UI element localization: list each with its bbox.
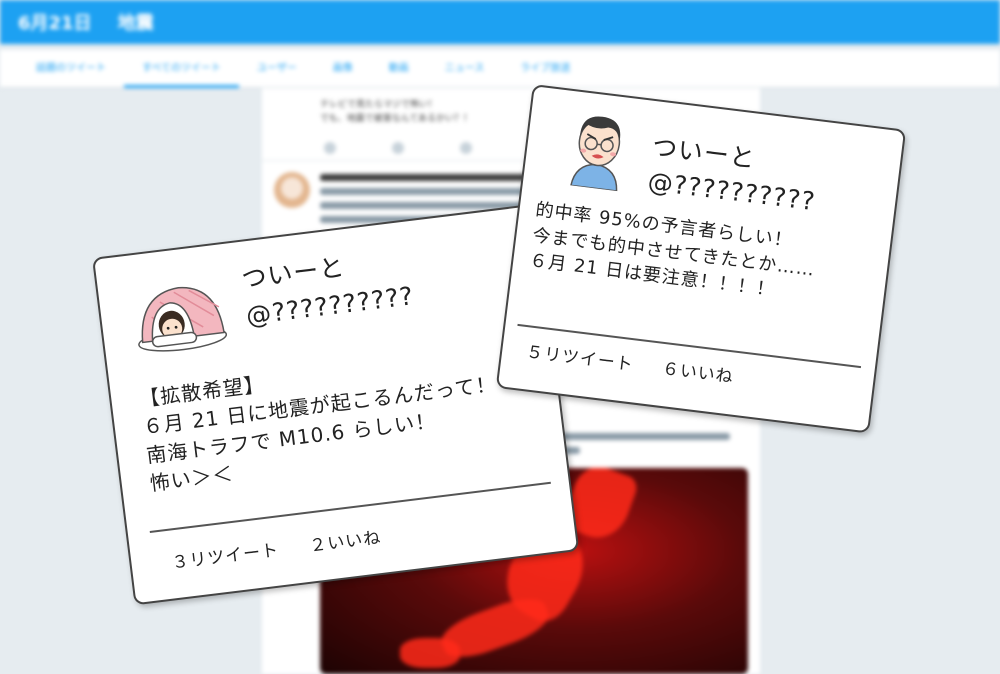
tab-latest[interactable]: すべてのツイート — [124, 50, 239, 88]
avatar[interactable] — [274, 172, 310, 208]
tweet-stats: ３リツイート ２いいね — [170, 523, 383, 574]
card-divider — [149, 481, 551, 533]
reply-icon[interactable] — [324, 142, 336, 154]
search-header: 6月21日 地震 — [0, 0, 1000, 44]
futon-girl-avatar-icon — [128, 274, 232, 357]
like-count[interactable]: ６いいね — [661, 359, 735, 388]
tweet-author-name: ついーと — [239, 252, 347, 294]
tab-images[interactable]: 画像 — [315, 50, 371, 88]
tab-top[interactable]: 話題のツイート — [18, 50, 124, 88]
tweet-stats: ５リツイート ６いいね — [525, 337, 735, 387]
tab-users[interactable]: ユーザー — [239, 50, 315, 88]
tweet-body: 【拡散希望】 ６月 21 日に地震が起こるんだって！ 南海トラフで M10.6 … — [138, 340, 505, 496]
tweet-author-handle: @?????????? — [646, 166, 818, 217]
tab-news[interactable]: ニュース — [427, 50, 503, 88]
tweet-card-left: ついーと @?????????? 【拡散希望】 ６月 21 日に地震が起こるんだ… — [92, 203, 580, 606]
retweet-count[interactable]: ３リツイート — [171, 540, 281, 573]
tweet-card-right: ついーと @?????????? 的中率 95%の予言者らしい！ 今までも的中さ… — [495, 84, 907, 434]
tab-live[interactable]: ライブ放送 — [502, 50, 588, 88]
search-tabs: 話題のツイート すべてのツイート ユーザー 画像 動画 ニュース ライブ放送 — [0, 50, 1000, 88]
bg-tweet-text: テレビで見たらマジで怖い！ でも、地震で被害なんてあるかい？！ — [320, 100, 473, 124]
retweet-icon[interactable] — [392, 142, 404, 154]
search-query-date[interactable]: 6月21日 — [18, 9, 92, 35]
search-query-keyword[interactable]: 地震 — [118, 9, 154, 35]
map-landmass — [400, 638, 460, 668]
retweet-count[interactable]: ５リツイート — [525, 342, 635, 375]
like-count[interactable]: ２いいね — [308, 528, 382, 557]
tab-videos[interactable]: 動画 — [371, 50, 427, 88]
tweet-body: 的中率 95%の予言者らしい！ 今までも的中させてきたとか…… ６月 21 日は… — [528, 195, 820, 306]
like-icon[interactable] — [460, 142, 472, 154]
angry-man-avatar-icon — [561, 105, 636, 192]
